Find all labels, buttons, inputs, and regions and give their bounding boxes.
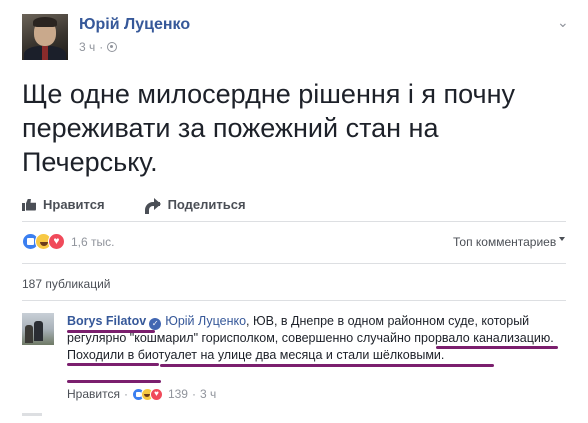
author-avatar[interactable] bbox=[22, 14, 68, 60]
annotation-underline bbox=[67, 363, 159, 366]
thumbs-up-icon bbox=[22, 198, 36, 211]
annotation-underline bbox=[67, 380, 161, 383]
comment-author-name[interactable]: Borys Filatov bbox=[67, 314, 146, 328]
like-button-label: Нравится bbox=[43, 196, 105, 212]
annotation-underline bbox=[160, 364, 494, 367]
facebook-post: Юрій Луценко 3 ч · ⌄ Ще одне милосердне … bbox=[0, 0, 588, 423]
comment-body: Borys Filatov ✓ Юрій Луценко, ЮВ, в Днепре… bbox=[67, 313, 559, 364]
divider bbox=[22, 413, 42, 416]
comment-mention[interactable]: Юрій Луценко bbox=[165, 314, 246, 328]
share-button-label: Поделиться bbox=[167, 196, 246, 212]
share-arrow-icon bbox=[144, 198, 161, 214]
comment-reaction-count[interactable]: 139 bbox=[168, 387, 188, 401]
love-icon bbox=[149, 387, 163, 401]
post-timestamp[interactable]: 3 ч bbox=[79, 40, 95, 54]
reaction-count: 1,6 тыс. bbox=[71, 234, 115, 249]
divider bbox=[22, 300, 566, 301]
meta-separator: · bbox=[99, 40, 104, 54]
post-body-text: Ще одне милосердне рішення і я почну пер… bbox=[22, 79, 516, 177]
caret-down-icon bbox=[559, 237, 566, 241]
annotation-underline bbox=[67, 330, 155, 333]
annotation-underline bbox=[436, 346, 558, 349]
globe-icon bbox=[107, 42, 118, 52]
love-icon bbox=[48, 233, 65, 250]
post-actions: Нравится Поделиться bbox=[22, 195, 246, 214]
reactions-summary[interactable]: 1,6 тыс. bbox=[22, 233, 114, 250]
commenter-avatar[interactable] bbox=[22, 313, 54, 345]
comment-meta: Нравится · 139 · 3 ч bbox=[67, 387, 216, 401]
divider bbox=[22, 263, 566, 264]
post-author-name[interactable]: Юрій Луценко bbox=[79, 16, 190, 34]
post-meta: 3 ч · bbox=[79, 40, 118, 54]
comment-sort-label: Топ комментариев bbox=[453, 235, 557, 249]
comment-timestamp[interactable]: 3 ч bbox=[200, 387, 216, 401]
comment-sort-dropdown[interactable]: Топ комментариев bbox=[453, 235, 566, 249]
divider bbox=[22, 221, 566, 222]
chevron-down-icon[interactable]: ⌄ bbox=[557, 14, 569, 31]
shares-count-link[interactable]: 187 публикаций bbox=[22, 277, 111, 291]
verified-badge-icon: ✓ bbox=[149, 318, 162, 330]
comment-like-link[interactable]: Нравится bbox=[67, 387, 120, 401]
share-button[interactable]: Поделиться bbox=[144, 196, 246, 214]
like-button[interactable]: Нравится bbox=[22, 197, 105, 212]
